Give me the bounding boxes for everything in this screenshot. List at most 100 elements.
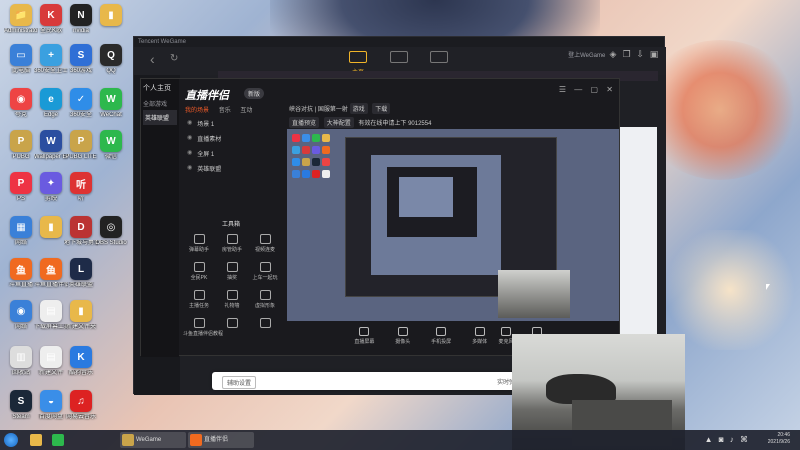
tool-button[interactable] [249,318,281,337]
tool-button[interactable]: 全民PK [183,262,215,281]
tool-button[interactable]: 虚拟形象 [249,290,281,309]
eye-icon[interactable]: ◉ [187,134,192,143]
desktop-icon[interactable]: ✓ 360安全 [64,88,98,119]
wegame-game-card[interactable] [617,127,657,357]
desktop-icon[interactable]: ◉ 夸克 [4,88,38,119]
desktop-icon[interactable]: L 英雄联盟 [64,258,98,289]
tool-label: 房管助手 [221,247,242,253]
desktop-icon[interactable]: P PUBG LITE [64,130,98,161]
tool-button[interactable]: 斗鱼直播伴侣教程 [183,318,223,337]
scene-row[interactable]: ◉ 全屏 1 [181,146,281,161]
desktop-icon[interactable]: ▤ 新建文件 [34,346,68,377]
settings-icon[interactable]: ▣ [648,49,660,60]
eye-icon[interactable]: ◉ [187,149,192,158]
stream-title[interactable]: 峡谷对抗 | 国服第一射 [289,107,348,113]
desktop-icon[interactable]: ◉ 网络 [4,300,38,331]
desktop-icon[interactable]: Q QQ [94,44,128,75]
desktop-icon[interactable]: ◒ 百度网盘 [34,390,68,421]
tool-label: 全民PK [190,275,208,281]
scene-row[interactable]: ◉ 英雄联盟 [181,161,281,176]
desktop-icon[interactable]: ▦ 网络 [4,216,38,247]
desktop-icon[interactable]: ♫ 网易云音乐 [64,390,98,421]
eye-icon[interactable]: ◉ [187,119,192,128]
refresh-icon[interactable]: ↻ [170,53,178,64]
desktop-icon[interactable]: K 酷狗音乐 [64,346,98,377]
desktop-icon[interactable]: ◎ OBS Studio [94,216,128,247]
tool-button[interactable]: 主播任务 [183,290,215,309]
scene-label: 直播素材 [197,137,222,143]
tab-library[interactable] [390,51,408,63]
start-button[interactable] [4,433,18,447]
taskbar-item-wegame[interactable]: WeGame [120,432,186,448]
assist-settings-button[interactable]: 辅助设置 [222,376,257,389]
user-name[interactable]: 登上WeGame [568,53,605,59]
desktop-icon[interactable]: K 全民K歌 [34,4,68,35]
tool-button[interactable]: 弹幕助手 [183,234,215,253]
desktop-icon[interactable]: ✦ 剪映 [34,172,68,203]
back-icon[interactable]: ‹ [150,51,155,67]
scene-row[interactable]: ◉ 直播素材 [181,131,281,146]
copy-icon[interactable]: ❐ [621,49,633,60]
tool-label: 礼物墙 [224,303,240,309]
desktop-icon[interactable]: P PUBG [4,130,38,161]
tool-button[interactable]: 上车一起玩 [249,262,281,281]
desktop-icon[interactable]: S 360游戏 [64,44,98,75]
desktop-icon[interactable]: 📁 Administrator [4,4,38,35]
gift-icon[interactable]: ◈ [607,49,619,60]
desktop-icon[interactable]: 听听 [64,172,98,203]
desktop-icon[interactable]: ▮ [34,216,68,240]
tab-my-scenes[interactable]: 我的场景 [185,108,209,114]
sidebar-title[interactable]: 个人主页 [141,79,179,97]
desktop-icon[interactable]: W Wallpaper Engine [34,130,68,161]
taskbar-item-broadcast[interactable]: 直播伴侣 [188,432,254,448]
camera-button[interactable]: 摄像头 [388,327,418,345]
desktop-icon[interactable]: W 微信 [94,130,128,161]
close-icon[interactable]: ✕ [606,85,613,94]
tool-button[interactable]: 礼物墙 [216,290,248,309]
download-icon[interactable]: ⇩ [634,49,646,60]
desktop-icon[interactable]: 鱼斗鱼直播伴侣 [34,258,68,289]
desktop-icon-label: Edge [43,112,58,118]
game-chip[interactable]: 游戏 [349,103,368,114]
menu-icon[interactable]: ☰ [559,85,566,94]
desktop-icon[interactable]: S Steam [4,390,38,421]
toolbox-grid: 弹幕助手 房管助手 视频连麦全民PK 抽奖 上车一起玩主播任务 礼物墙 虚拟形象斗鱼直播伴侣… [181,234,281,337]
clock[interactable]: 20:46 2021/9/26 [768,432,790,446]
preview-chip[interactable]: 直播预览 [289,117,320,128]
desktop-icon[interactable]: ▮ 新建文件夹 [64,300,98,331]
desktop-icon[interactable]: 鱼斗鱼直播 [4,258,38,289]
sidebar-item-lol[interactable]: 英雄联盟 [143,110,177,125]
desktop-icon[interactable]: ▤ 下载屏幕工具 [34,300,68,331]
tab-music[interactable]: 音乐 [219,108,231,114]
tool-button[interactable]: 房管助手 [216,234,248,253]
desktop-icon[interactable]: D 地下城与勇士 [64,216,98,247]
eye-icon[interactable]: ◉ [187,164,192,173]
config-chip[interactable]: 大神配置 [323,117,354,128]
tab-interact[interactable]: 互动 [240,108,252,114]
tool-icon [259,262,271,272]
sidebar-item-all-games[interactable]: 全部游戏 [143,99,177,108]
taskbar-item-wechat[interactable] [50,432,118,448]
desktop-icon[interactable]: P PS [4,172,38,203]
scene-row[interactable]: ◉ 场景 1 [181,116,281,131]
desktop-icon[interactable]: +360安全卫士 [34,44,68,75]
tool-button[interactable]: 视频连麦 [249,234,281,253]
version-badge[interactable]: 新版 [244,88,265,99]
desktop-icon[interactable]: W WeChat [94,88,128,119]
maximize-icon[interactable]: ▢ [591,85,599,94]
minimize-icon[interactable]: — [574,85,582,94]
phone-cast-button[interactable]: 手机投屏 [426,327,456,345]
download-chip[interactable]: 下载 [372,103,391,114]
tab-store[interactable] [430,51,448,63]
desktop-icon[interactable]: e Edge [34,88,68,119]
desktop-icon[interactable]: ▮ [94,4,128,28]
tool-button[interactable] [216,318,248,337]
taskbar-item-explorer[interactable] [28,432,46,448]
screen-capture-button[interactable]: 直播屏幕 [349,327,379,345]
system-tray-icons[interactable]: ▲ ◙ ♪ ⌘ [705,435,750,444]
desktop-icon[interactable]: Nnvidia [64,4,98,35]
tab-home[interactable] [349,51,367,63]
desktop-icon[interactable]: ▭ 此电脑 [4,44,38,75]
tool-button[interactable]: 抽奖 [216,262,248,281]
desktop-icon[interactable]: ▥ 回收站 [4,346,38,377]
